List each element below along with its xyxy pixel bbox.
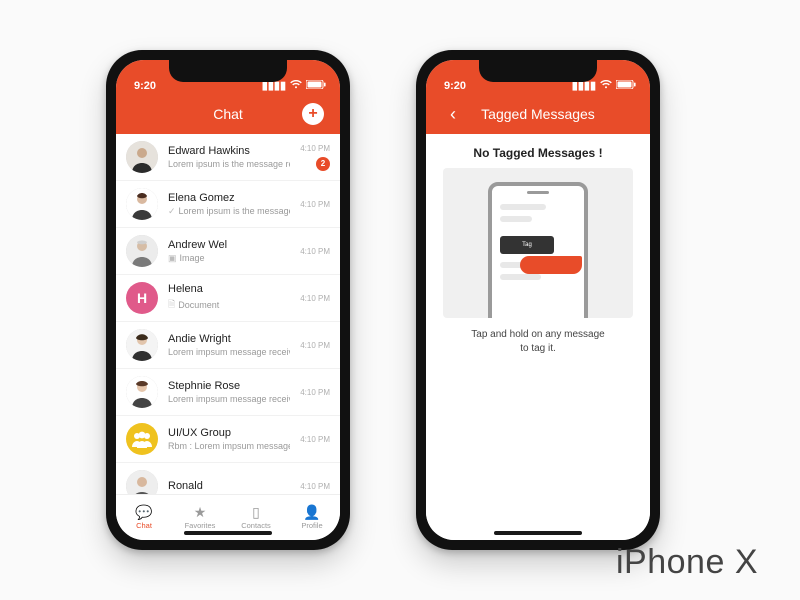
chat-row[interactable]: Stephnie Rose Lorem impsum message recei… [116,369,340,416]
new-chat-button[interactable]: + [302,103,324,125]
chat-name: Helena [168,283,290,295]
tag-tooltip: Tag [500,236,554,254]
image-icon: ▣ [168,253,177,264]
chat-row[interactable]: H Helena 🗎 Document 4:10 PM [116,275,340,322]
chat-list[interactable]: Edward Hawkins Lorem ipsum is the messag… [116,134,340,494]
screen-chat: 9:20 ▮▮▮▮ Chat + [116,60,340,540]
chat-row[interactable]: UI/UX Group Rbm : Lorem impsum message r… [116,416,340,463]
device-label: iPhone X [616,543,758,582]
avatar [126,188,158,220]
phone-tagged: 9:20 ▮▮▮▮ ‹ Tagged Messages No Tagged Me… [416,50,660,550]
chat-preview: Lorem impsum message received [168,394,290,404]
avatar [126,141,158,173]
plus-icon: + [308,106,317,122]
header-title: Chat [213,106,243,122]
back-button[interactable]: ‹ [438,94,468,134]
battery-icon [306,80,326,92]
tab-label: Profile [301,521,322,530]
chevron-left-icon: ‹ [450,104,456,125]
empty-illustration: Tag [443,168,633,318]
document-icon: 🗎 [168,297,175,313]
contacts-icon: ▯ [252,505,260,519]
empty-title: No Tagged Messages ! [473,146,602,160]
avatar [126,376,158,408]
header-tagged: ‹ Tagged Messages [426,94,650,134]
header-chat: Chat + [116,94,340,134]
chat-name: Andie Wright [168,333,290,345]
chat-preview: Image [180,253,205,263]
tab-label: Contacts [241,521,271,530]
chat-preview: Lorem impsum message received [168,347,290,357]
home-indicator[interactable] [184,531,272,535]
empty-caption: Tap and hold on any message to tag it. [471,328,604,356]
chat-preview: Lorem ipsum is the message here [179,206,290,216]
device-notch [479,60,597,82]
status-time: 9:20 [444,80,466,92]
chat-time: 4:10 PM [300,200,330,209]
tab-label: Chat [136,521,152,530]
chat-time: 4:10 PM [300,247,330,256]
profile-icon: 👤 [303,505,320,519]
avatar [126,235,158,267]
empty-state: No Tagged Messages ! Tag Tap and hold on… [426,134,650,540]
phone-chat: 9:20 ▮▮▮▮ Chat + [106,50,350,550]
chat-row[interactable]: Andie Wright Lorem impsum message receiv… [116,322,340,369]
wifi-icon [290,80,302,92]
avatar [126,423,158,455]
chat-row[interactable]: Ronald 4:10 PM [116,463,340,494]
status-time: 9:20 [134,80,156,92]
message-bubble-icon [520,256,582,274]
chat-name: Andrew Wel [168,239,290,251]
wifi-icon [600,80,612,92]
tab-chat[interactable]: 💬 Chat [116,495,172,540]
chat-name: Elena Gomez [168,192,290,204]
chat-time: 4:10 PM [300,435,330,444]
chat-row[interactable]: Edward Hawkins Lorem ipsum is the messag… [116,134,340,181]
chat-icon: 💬 [135,505,152,519]
battery-icon [616,80,636,92]
unread-badge: 2 [316,157,330,171]
device-notch [169,60,287,82]
avatar: H [126,282,158,314]
chat-time: 4:10 PM [300,144,330,153]
header-title: Tagged Messages [481,106,595,122]
chat-time: 4:10 PM [300,388,330,397]
chat-name: UI/UX Group [168,427,290,439]
chat-time: 4:10 PM [300,482,330,491]
avatar [126,329,158,361]
tab-label: Favorites [185,521,216,530]
avatar [126,470,158,494]
chat-preview: Lorem ipsum is the message rec… [168,159,290,169]
chat-row[interactable]: Andrew Wel ▣ Image 4:10 PM [116,228,340,275]
avatar-letter: H [137,290,147,306]
screen-tagged: 9:20 ▮▮▮▮ ‹ Tagged Messages No Tagged Me… [426,60,650,540]
star-icon: ★ [194,505,207,519]
chat-name: Stephnie Rose [168,380,290,392]
delivered-check-icon: ✓ [168,206,176,217]
tab-profile[interactable]: 👤 Profile [284,495,340,540]
chat-row[interactable]: Elena Gomez ✓ Lorem ipsum is the message… [116,181,340,228]
chat-preview: Rbm : Lorem impsum message received [168,441,290,451]
chat-time: 4:10 PM [300,341,330,350]
chat-time: 4:10 PM [300,294,330,303]
home-indicator[interactable] [494,531,582,535]
chat-preview: Document [178,300,219,310]
chat-name: Edward Hawkins [168,145,290,157]
chat-name: Ronald [168,480,290,492]
